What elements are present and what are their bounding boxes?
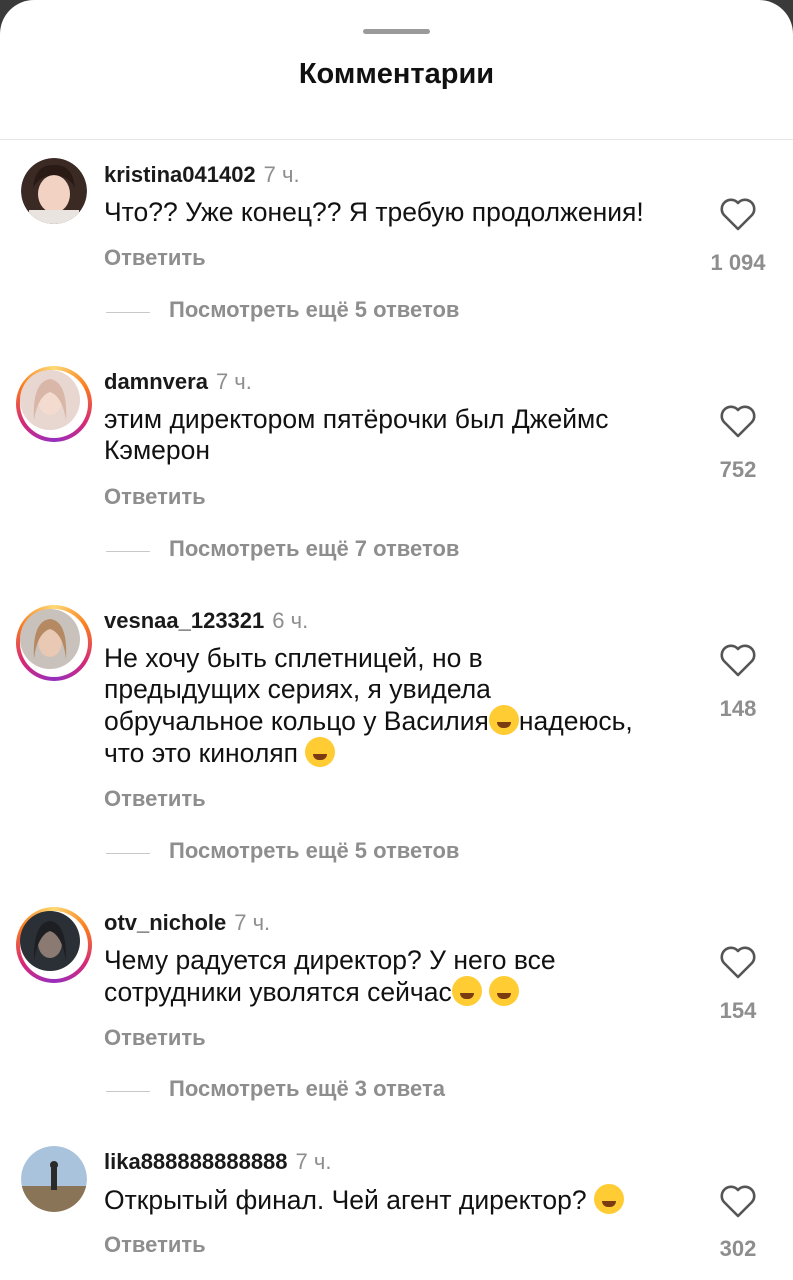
like-count: 1 094 [710,250,766,275]
sheet-title: Комментарии [298,58,495,90]
tears-of-joy-face-icon [593,1184,624,1214]
comment-text: этим директором пятёрочки был Джеймс Кэме… [104,404,609,465]
reply-button[interactable]: Ответить [104,1232,206,1258]
replies-line [106,312,150,313]
avatar[interactable] [16,605,92,681]
comment-text: Открытый финал. Чей агент директор? [104,1184,704,1216]
rofl-face-icon [451,976,482,1006]
like-count: 154 [719,998,757,1023]
rofl-face-icon [489,976,520,1006]
comment-username[interactable]: vesnaa_123321 [104,608,264,633]
replies-line [106,1091,150,1092]
avatar[interactable] [21,1146,87,1212]
smirking-face-icon [488,705,519,735]
comment-time: 6 ч. [272,608,309,633]
replies-line [106,551,150,552]
like-count: 148 [719,696,757,721]
comment-time: 7 ч. [234,910,271,935]
reply-button[interactable]: Ответить [104,484,206,510]
grinning-face-icon [305,737,336,767]
comment-text: Что?? Уже конец?? Я требую продолжения! [104,197,644,227]
drag-handle[interactable] [363,29,430,34]
like-count: 302 [719,1236,757,1261]
view-more-replies-label: Посмотреть ещё 7 ответов [169,536,460,561]
comment-username[interactable]: otv_nichole [104,910,226,935]
like-count: 752 [719,457,757,482]
comment-text: Не хочу быть сплетницей, но в предыдущих … [104,643,633,768]
heart-icon[interactable] [719,944,757,980]
comment-text: Чему радуется директор? У него все сотруд… [104,945,556,1007]
reply-button[interactable]: Ответить [104,245,206,271]
comment-username[interactable]: lika888888888888 [104,1149,288,1174]
comment-time: 7 ч. [263,162,300,187]
comment-time: 7 ч. [215,369,252,394]
heart-icon[interactable] [719,1183,757,1219]
view-more-replies-label: Посмотреть ещё 3 ответа [169,1076,445,1101]
comment-username[interactable]: damnvera [104,369,208,394]
comment-username[interactable]: kristina041402 [104,162,256,187]
heart-icon[interactable] [719,642,757,678]
heart-icon[interactable] [719,196,757,232]
header-divider [0,139,793,140]
avatar[interactable] [21,158,87,224]
comment-time: 7 ч. [295,1149,332,1174]
view-more-replies-label: Посмотреть ещё 5 ответов [169,838,460,863]
avatar[interactable] [16,366,92,442]
avatar[interactable] [16,907,92,983]
reply-button[interactable]: Ответить [104,1025,206,1051]
heart-icon[interactable] [719,403,757,439]
replies-line [106,853,150,854]
reply-button[interactable]: Ответить [104,786,206,812]
comments-sheet: Комментарии kristina041402 7 ч. Что?? Уже… [0,0,793,1280]
view-more-replies-label: Посмотреть ещё 5 ответов [169,297,460,322]
